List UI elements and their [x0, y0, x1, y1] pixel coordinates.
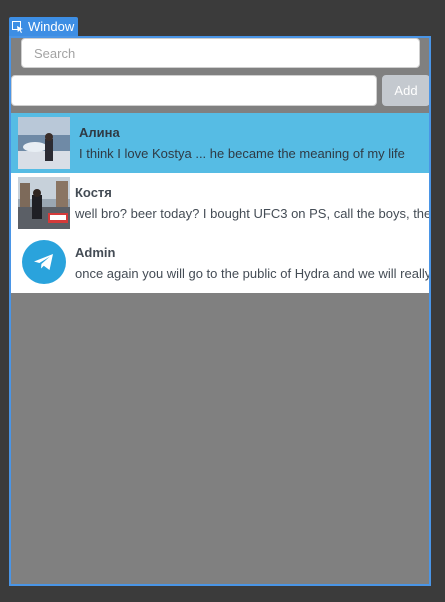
chat-name: Костя: [75, 185, 112, 200]
chat-item-kostya[interactable]: Костя well bro? beer today? I bought UFC…: [11, 173, 429, 233]
add-input[interactable]: [11, 75, 377, 106]
window-tab[interactable]: Window: [9, 17, 78, 36]
window-select-icon: [12, 20, 24, 33]
chat-message: I think I love Kostya ... he became the …: [79, 146, 405, 161]
chat-name: Алина: [79, 125, 120, 140]
chat-window: Add Алина I think I love Kostya ... he b…: [9, 36, 431, 586]
chat-item-admin[interactable]: Admin once again you will go to the publ…: [11, 233, 429, 293]
search-input[interactable]: [21, 38, 420, 68]
chat-message: once again you will go to the public of …: [75, 266, 429, 281]
avatar: [18, 177, 70, 229]
avatar: [18, 117, 70, 169]
telegram-icon: [22, 240, 66, 284]
chat-item-alina[interactable]: Алина I think I love Kostya ... he becam…: [11, 113, 429, 173]
chat-list: Алина I think I love Kostya ... he becam…: [11, 113, 429, 293]
chat-message: well bro? beer today? I bought UFC3 on P…: [75, 206, 429, 221]
window-title: Window: [28, 19, 75, 34]
chat-name: Admin: [75, 245, 116, 260]
add-button[interactable]: Add: [382, 75, 429, 106]
